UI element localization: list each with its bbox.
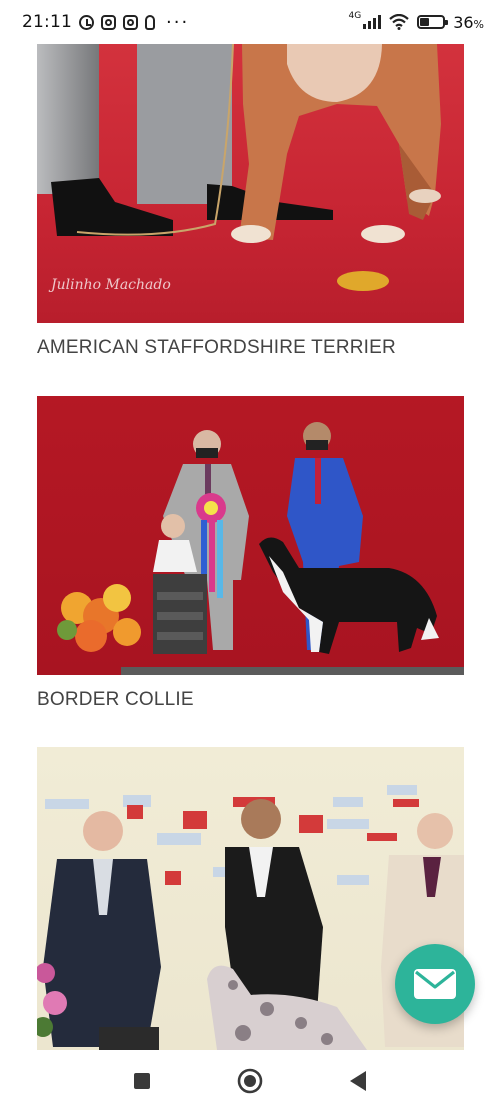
bulb-icon — [145, 14, 155, 30]
back-button[interactable] — [345, 1068, 371, 1094]
back-icon — [350, 1070, 366, 1091]
breed-name[interactable]: AMERICAN STAFFORDSHIRE TERRIER — [37, 337, 464, 359]
battery-value: 36 — [453, 12, 474, 32]
signal-icon — [363, 15, 382, 29]
breed-photo[interactable]: Julinho Machado — [37, 44, 464, 323]
battery-icon — [417, 15, 449, 29]
status-left: 21:11 ··· — [22, 12, 189, 33]
breed-photo[interactable] — [37, 396, 464, 675]
wifi-icon — [389, 13, 409, 30]
recent-apps-button[interactable] — [129, 1068, 155, 1094]
home-button[interactable] — [237, 1068, 263, 1094]
battery-level — [420, 18, 429, 26]
more-notifications-icon: ··· — [166, 11, 190, 33]
breed-name[interactable]: BORDER COLLIE — [37, 689, 464, 711]
mail-icon — [414, 969, 456, 999]
instagram-icon — [101, 14, 116, 30]
status-bar: 21:11 ··· 4G 36% — [0, 0, 500, 44]
battery-unit: % — [473, 17, 484, 31]
battery-percent: 36% — [453, 13, 484, 32]
alarm-icon — [79, 14, 94, 30]
breed-feed[interactable]: Julinho Machado AMERICAN STAFFORDSHIRE T… — [0, 44, 500, 1050]
home-icon — [237, 1068, 263, 1093]
contact-mail-button[interactable] — [395, 944, 475, 1024]
photo-watermark: Julinho Machado — [51, 277, 171, 293]
recent-apps-icon — [134, 1072, 150, 1089]
instagram-icon — [123, 14, 138, 30]
status-right: 4G 36% — [348, 11, 484, 32]
breed-card[interactable]: Julinho Machado AMERICAN STAFFORDSHIRE T… — [37, 44, 464, 359]
breed-card[interactable]: BORDER COLLIE — [37, 396, 464, 711]
navigation-bar — [0, 1050, 500, 1111]
network-type: 4G — [348, 11, 362, 21]
podium — [121, 667, 464, 675]
status-time: 21:11 — [22, 12, 72, 32]
